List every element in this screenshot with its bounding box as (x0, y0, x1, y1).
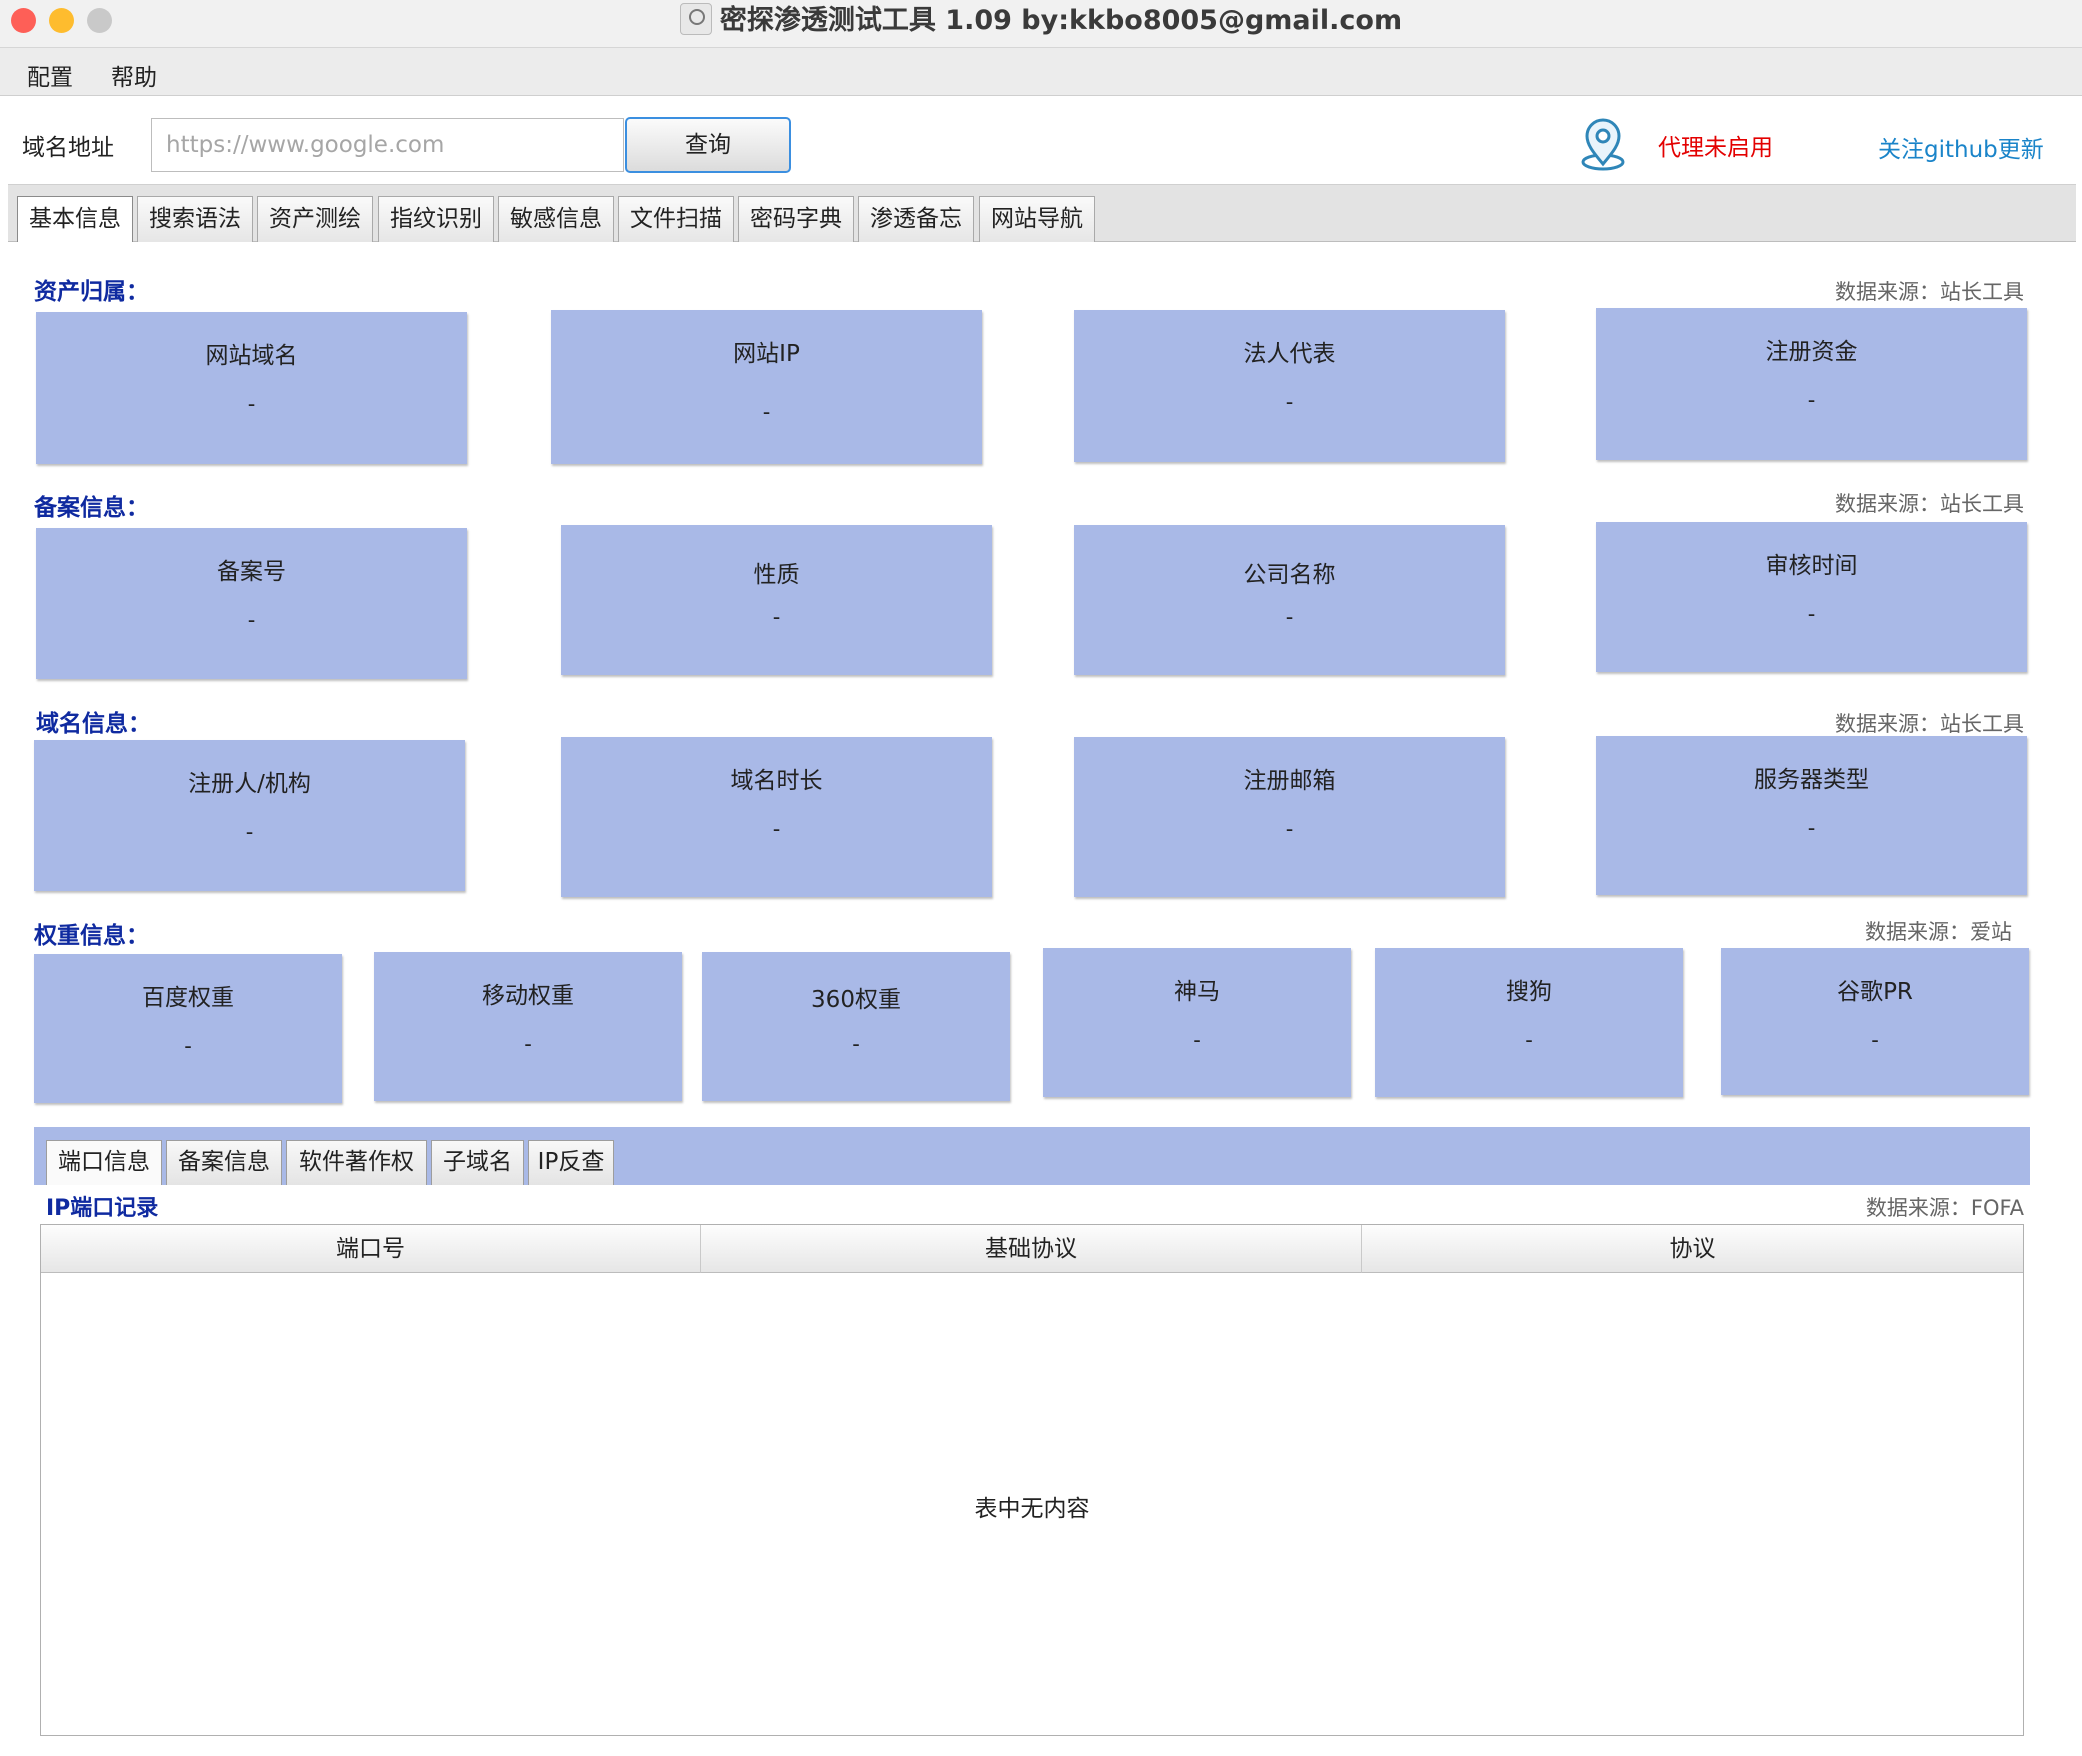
card-value: - (762, 400, 771, 424)
card-value: - (247, 608, 256, 632)
card-value: - (1807, 388, 1816, 412)
data-source-label: 数据来源：站长工具 (1835, 712, 2024, 736)
window-title: 密探渗透测试工具 1.09 by:kkbo8005@gmail.com (0, 3, 2082, 38)
info-card-company-name: 公司名称 - (1074, 525, 1505, 675)
card-label: 360权重 (811, 987, 901, 1013)
card-value: - (772, 605, 781, 629)
table-empty-message: 表中无内容 (974, 1496, 1090, 1522)
info-card-site-domain: 网站域名 - (36, 312, 467, 464)
info-card-nature: 性质 - (561, 525, 992, 675)
tab-asset-mapping[interactable]: 资产测绘 (257, 196, 373, 242)
info-card-site-ip: 网站IP - (551, 310, 982, 464)
card-label: 公司名称 (1243, 562, 1336, 588)
info-card-registrant-email: 注册邮箱 - (1074, 737, 1505, 897)
info-card-filing-number: 备案号 - (36, 528, 467, 679)
card-value: - (1871, 1028, 1879, 1052)
card-value: - (247, 392, 256, 416)
card-label: 百度权重 (142, 985, 234, 1011)
card-label: 域名时长 (730, 768, 823, 794)
card-label: 注册资金 (1765, 339, 1858, 365)
subtab-software-copyright[interactable]: 软件著作权 (286, 1140, 427, 1185)
card-value: - (1193, 1028, 1201, 1052)
port-table[interactable]: 端口号 基础协议 协议 表中无内容 (40, 1224, 2024, 1736)
subtab-ip-reverse[interactable]: IP反查 (528, 1140, 614, 1185)
card-value: - (184, 1034, 192, 1058)
query-button[interactable]: 查询 (625, 117, 791, 173)
column-header-base-protocol[interactable]: 基础协议 (701, 1225, 1362, 1273)
card-label: 网站IP (733, 341, 800, 367)
tab-fingerprint[interactable]: 指纹识别 (378, 196, 494, 242)
info-card-shenma: 神马 - (1043, 948, 1351, 1097)
section-title-filing-info: 备案信息： (34, 495, 149, 521)
data-source-label: 数据来源：站长工具 (1835, 280, 2024, 304)
section-title-weight-info: 权重信息： (34, 923, 149, 949)
section-title-asset-ownership: 资产归属： (34, 279, 149, 305)
card-label: 备案号 (217, 559, 286, 585)
card-label: 注册人/机构 (188, 771, 311, 797)
card-label: 网站域名 (205, 343, 298, 369)
window-title-text: 密探渗透测试工具 1.09 by:kkbo8005@gmail.com (719, 5, 1403, 36)
card-label: 搜狗 (1506, 979, 1552, 1005)
info-card-server-type: 服务器类型 - (1596, 736, 2027, 895)
card-value: - (1525, 1028, 1533, 1052)
github-update-link[interactable]: 关注github更新 (1878, 130, 2044, 164)
tab-sensitive-info[interactable]: 敏感信息 (498, 196, 614, 242)
card-value: - (245, 820, 254, 844)
subtab-filing-info[interactable]: 备案信息 (166, 1140, 282, 1185)
info-card-domain-age: 域名时长 - (561, 737, 992, 897)
info-card-registrant: 注册人/机构 - (34, 740, 465, 891)
card-value: - (1807, 602, 1816, 626)
card-value: - (1285, 390, 1294, 414)
section-title-domain-info: 域名信息： (36, 711, 151, 737)
card-label: 神马 (1174, 979, 1220, 1005)
card-value: - (1807, 816, 1816, 840)
menu-config[interactable]: 配置 (27, 58, 73, 92)
menu-help[interactable]: 帮助 (111, 58, 157, 92)
tab-basic-info[interactable]: 基本信息 (17, 196, 133, 242)
card-label: 性质 (753, 562, 800, 588)
tab-pentest-notes[interactable]: 渗透备忘 (858, 196, 974, 242)
tab-file-scan[interactable]: 文件扫描 (618, 196, 734, 242)
data-source-label: 数据来源：站长工具 (1835, 492, 2024, 516)
info-card-legal-rep: 法人代表 - (1074, 310, 1505, 462)
tab-site-nav[interactable]: 网站导航 (979, 196, 1095, 242)
data-source-label: 数据来源：爱站 (1865, 920, 2012, 944)
column-header-port[interactable]: 端口号 (41, 1225, 701, 1273)
card-label: 注册邮箱 (1243, 768, 1336, 794)
card-label: 移动权重 (482, 983, 574, 1009)
card-label: 谷歌PR (1837, 979, 1913, 1005)
domain-label: 域名地址 (22, 135, 114, 161)
info-card-google-pr: 谷歌PR - (1721, 948, 2029, 1095)
location-pin-icon[interactable] (1578, 118, 1628, 172)
tab-search-syntax[interactable]: 搜索语法 (137, 196, 253, 242)
info-card-baidu-weight: 百度权重 - (34, 954, 342, 1103)
info-card-registered-capital: 注册资金 - (1596, 308, 2027, 460)
info-card-mobile-weight: 移动权重 - (374, 952, 682, 1101)
ip-port-record-title: IP端口记录 (46, 1196, 159, 1221)
card-value: - (1285, 817, 1294, 841)
tab-password-dict[interactable]: 密码字典 (738, 196, 854, 242)
proxy-status[interactable]: 代理未启用 (1658, 128, 1773, 162)
card-label: 法人代表 (1243, 341, 1336, 367)
card-label: 审核时间 (1765, 553, 1858, 579)
column-header-protocol[interactable]: 协议 (1362, 1225, 2023, 1273)
subtab-port-info[interactable]: 端口信息 (46, 1140, 162, 1185)
subtab-subdomain[interactable]: 子域名 (431, 1140, 524, 1185)
menu-bar (0, 48, 2082, 96)
card-value: - (1285, 605, 1294, 629)
domain-input[interactable] (151, 118, 624, 172)
info-card-360-weight: 360权重 - (702, 952, 1010, 1101)
card-value: - (524, 1032, 532, 1056)
info-card-review-time: 审核时间 - (1596, 522, 2027, 672)
app-icon (679, 3, 712, 35)
data-source-label: 数据来源：FOFA (1865, 1196, 2024, 1220)
card-value: - (852, 1032, 860, 1056)
info-card-sogou: 搜狗 - (1375, 948, 1683, 1097)
card-value: - (772, 817, 781, 841)
card-label: 服务器类型 (1754, 767, 1869, 793)
